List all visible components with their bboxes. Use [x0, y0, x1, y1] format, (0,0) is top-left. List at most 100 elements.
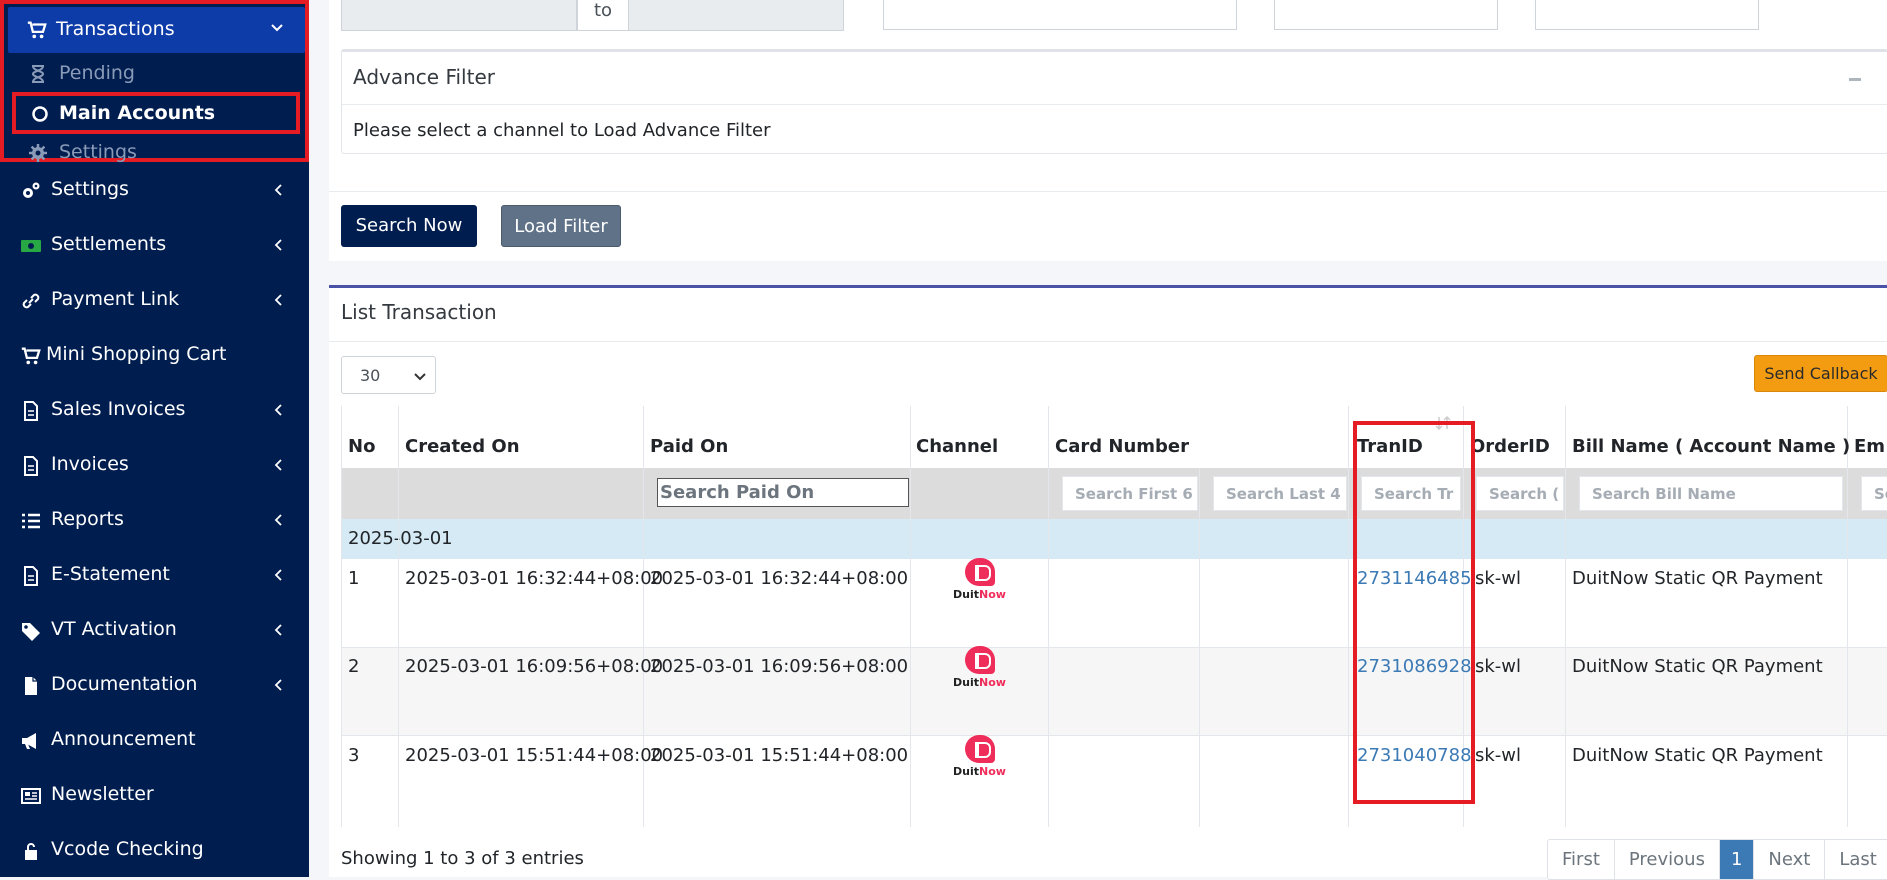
sidebar-item-e-statement[interactable]: E-Statement — [0, 551, 309, 601]
chevron-left-icon — [274, 679, 282, 691]
sidebar-item-vcode-checking[interactable]: Vcode Checking — [0, 826, 309, 876]
chevron-left-icon — [274, 569, 282, 581]
page-size-select[interactable]: 30 — [341, 356, 436, 394]
chevron-left-icon — [274, 459, 282, 471]
sidebar-item-sales-invoices[interactable]: Sales Invoices — [0, 386, 309, 436]
sidebar-item-label: Settings — [51, 178, 129, 200]
link-icon — [22, 293, 40, 309]
cell-created-on: 2025-03-01 16:09:56+08:00 — [405, 656, 664, 677]
search-card-first6-input[interactable]: Search First 6 — [1062, 476, 1198, 511]
transaction-table: 2025-03-01 No Created On Paid On Channel… — [341, 406, 1887, 827]
date-to-input[interactable] — [628, 0, 844, 31]
sidebar-item-label: Mini Shopping Cart — [46, 343, 227, 365]
cell-bill-name: DuitNow Static QR Payment — [1572, 568, 1823, 589]
pagination-next[interactable]: Next — [1754, 840, 1826, 879]
megaphone-icon — [22, 733, 36, 749]
cell-paid-on: 2025-03-01 16:09:56+08:00 — [650, 656, 909, 677]
chevron-down-icon — [414, 373, 426, 381]
sidebar-item-announcement[interactable]: Announcement — [0, 716, 309, 766]
list-icon — [22, 513, 40, 529]
transactions-group: Transactions Pending Main Accounts Setti… — [0, 0, 309, 163]
cell-orderid: isk-wl — [1470, 745, 1522, 766]
cell-no: 2 — [348, 656, 360, 677]
search-bill-name-input[interactable]: Search Bill Name — [1579, 476, 1843, 511]
search-orderid-input[interactable]: Search ( — [1476, 476, 1564, 511]
cell-paid-on: 2025-03-01 16:32:44+08:00 — [650, 568, 909, 589]
file-icon — [24, 401, 38, 421]
advance-filter-message: Please select a channel to Load Advance … — [353, 120, 771, 141]
search-email-input[interactable]: Se — [1861, 476, 1887, 511]
col-header-channel[interactable]: Channel — [916, 436, 998, 457]
sidebar-subitem-label: Settings — [59, 141, 137, 163]
main-content: to Advance Filter Please select a channe… — [309, 0, 1887, 880]
file-icon — [24, 566, 38, 586]
cell-no: 3 — [348, 745, 360, 766]
col-header-email[interactable]: Em — [1854, 436, 1885, 457]
load-filter-button[interactable]: Load Filter — [501, 205, 621, 247]
cell-orderid: isk-wl — [1470, 568, 1522, 589]
gear-icon — [29, 144, 47, 162]
filter-input-2[interactable] — [1274, 0, 1498, 30]
newspaper-icon — [21, 788, 41, 804]
sidebar-item-label: Reports — [51, 508, 124, 530]
sidebar-item-reports[interactable]: Reports — [0, 496, 309, 546]
sidebar-item-transactions[interactable]: Transactions — [8, 7, 305, 53]
sidebar-item-settlements[interactable]: Settlements — [0, 221, 309, 271]
sidebar-item-label: Sales Invoices — [51, 398, 186, 420]
duitnow-logo: DuitNow — [949, 558, 1009, 606]
filter-input-3[interactable] — [1535, 0, 1759, 30]
sidebar-item-documentation[interactable]: Documentation — [0, 661, 309, 711]
col-header-orderid[interactable]: OrderID — [1470, 436, 1550, 457]
sidebar-item-label: Vcode Checking — [51, 838, 204, 860]
cell-created-on: 2025-03-01 15:51:44+08:00 — [405, 745, 664, 766]
col-header-created-on[interactable]: Created On — [405, 436, 520, 457]
pagination: First Previous 1 Next Last — [1547, 839, 1887, 880]
chevron-down-icon — [271, 24, 283, 32]
date-from-input[interactable] — [341, 0, 577, 31]
cell-bill-name: DuitNow Static QR Payment — [1572, 745, 1823, 766]
divider — [329, 341, 1887, 342]
chevron-left-icon — [274, 624, 282, 636]
sidebar-item-mini-shopping-cart[interactable]: Mini Shopping Cart — [0, 331, 309, 381]
sidebar-item-newsletter[interactable]: Newsletter — [0, 771, 309, 821]
sidebar-item-label: Invoices — [51, 453, 129, 475]
sidebar-item-vt-activation[interactable]: VT Activation — [0, 606, 309, 656]
search-paid-on-input[interactable]: Search Paid On — [657, 478, 909, 507]
col-header-bill-name[interactable]: Bill Name ( Account Name ) — [1572, 436, 1850, 457]
collapse-icon[interactable] — [1849, 78, 1861, 81]
sidebar-item-label: Transactions — [56, 18, 175, 40]
pagination-previous[interactable]: Previous — [1615, 840, 1720, 879]
date-range-separator: to — [577, 0, 629, 31]
col-header-card-number[interactable]: Card Number — [1055, 436, 1189, 457]
col-header-paid-on[interactable]: Paid On — [650, 436, 728, 457]
tag-icon — [22, 623, 40, 641]
tranid-highlight — [1353, 421, 1475, 804]
advance-filter-panel: Advance Filter Please select a channel t… — [341, 49, 1887, 154]
pagination-first[interactable]: First — [1548, 840, 1615, 879]
file-icon — [24, 456, 38, 476]
gears-icon — [23, 182, 40, 198]
money-icon — [21, 240, 41, 252]
sidebar-item-label: Announcement — [51, 728, 196, 750]
duitnow-logo: DuitNow — [949, 735, 1009, 783]
chevron-left-icon — [274, 294, 282, 306]
sidebar-item-label: E-Statement — [51, 563, 170, 585]
sidebar-item-label: Newsletter — [51, 783, 154, 805]
filter-card: to Advance Filter Please select a channe… — [329, 0, 1887, 261]
pagination-last[interactable]: Last — [1825, 840, 1887, 879]
sidebar-item-invoices[interactable]: Invoices — [0, 441, 309, 491]
pagination-page-1[interactable]: 1 — [1719, 840, 1755, 879]
search-now-button[interactable]: Search Now — [341, 205, 477, 247]
sidebar-subitem-main-accounts[interactable]: Main Accounts — [12, 92, 300, 134]
sidebar-item-settings[interactable]: Settings — [0, 166, 309, 216]
col-header-no[interactable]: No — [348, 436, 375, 457]
send-callback-button[interactable]: Send Callback — [1754, 355, 1887, 392]
cell-paid-on: 2025-03-01 15:51:44+08:00 — [650, 745, 909, 766]
chevron-left-icon — [274, 514, 282, 526]
sidebar-item-label: Settlements — [51, 233, 167, 255]
sidebar-item-label: VT Activation — [51, 618, 177, 640]
search-card-last4-input[interactable]: Search Last 4 — [1213, 476, 1347, 511]
sidebar-subitem-pending[interactable]: Pending — [4, 56, 305, 92]
filter-input-1[interactable] — [883, 0, 1237, 30]
sidebar-item-payment-link[interactable]: Payment Link — [0, 276, 309, 326]
